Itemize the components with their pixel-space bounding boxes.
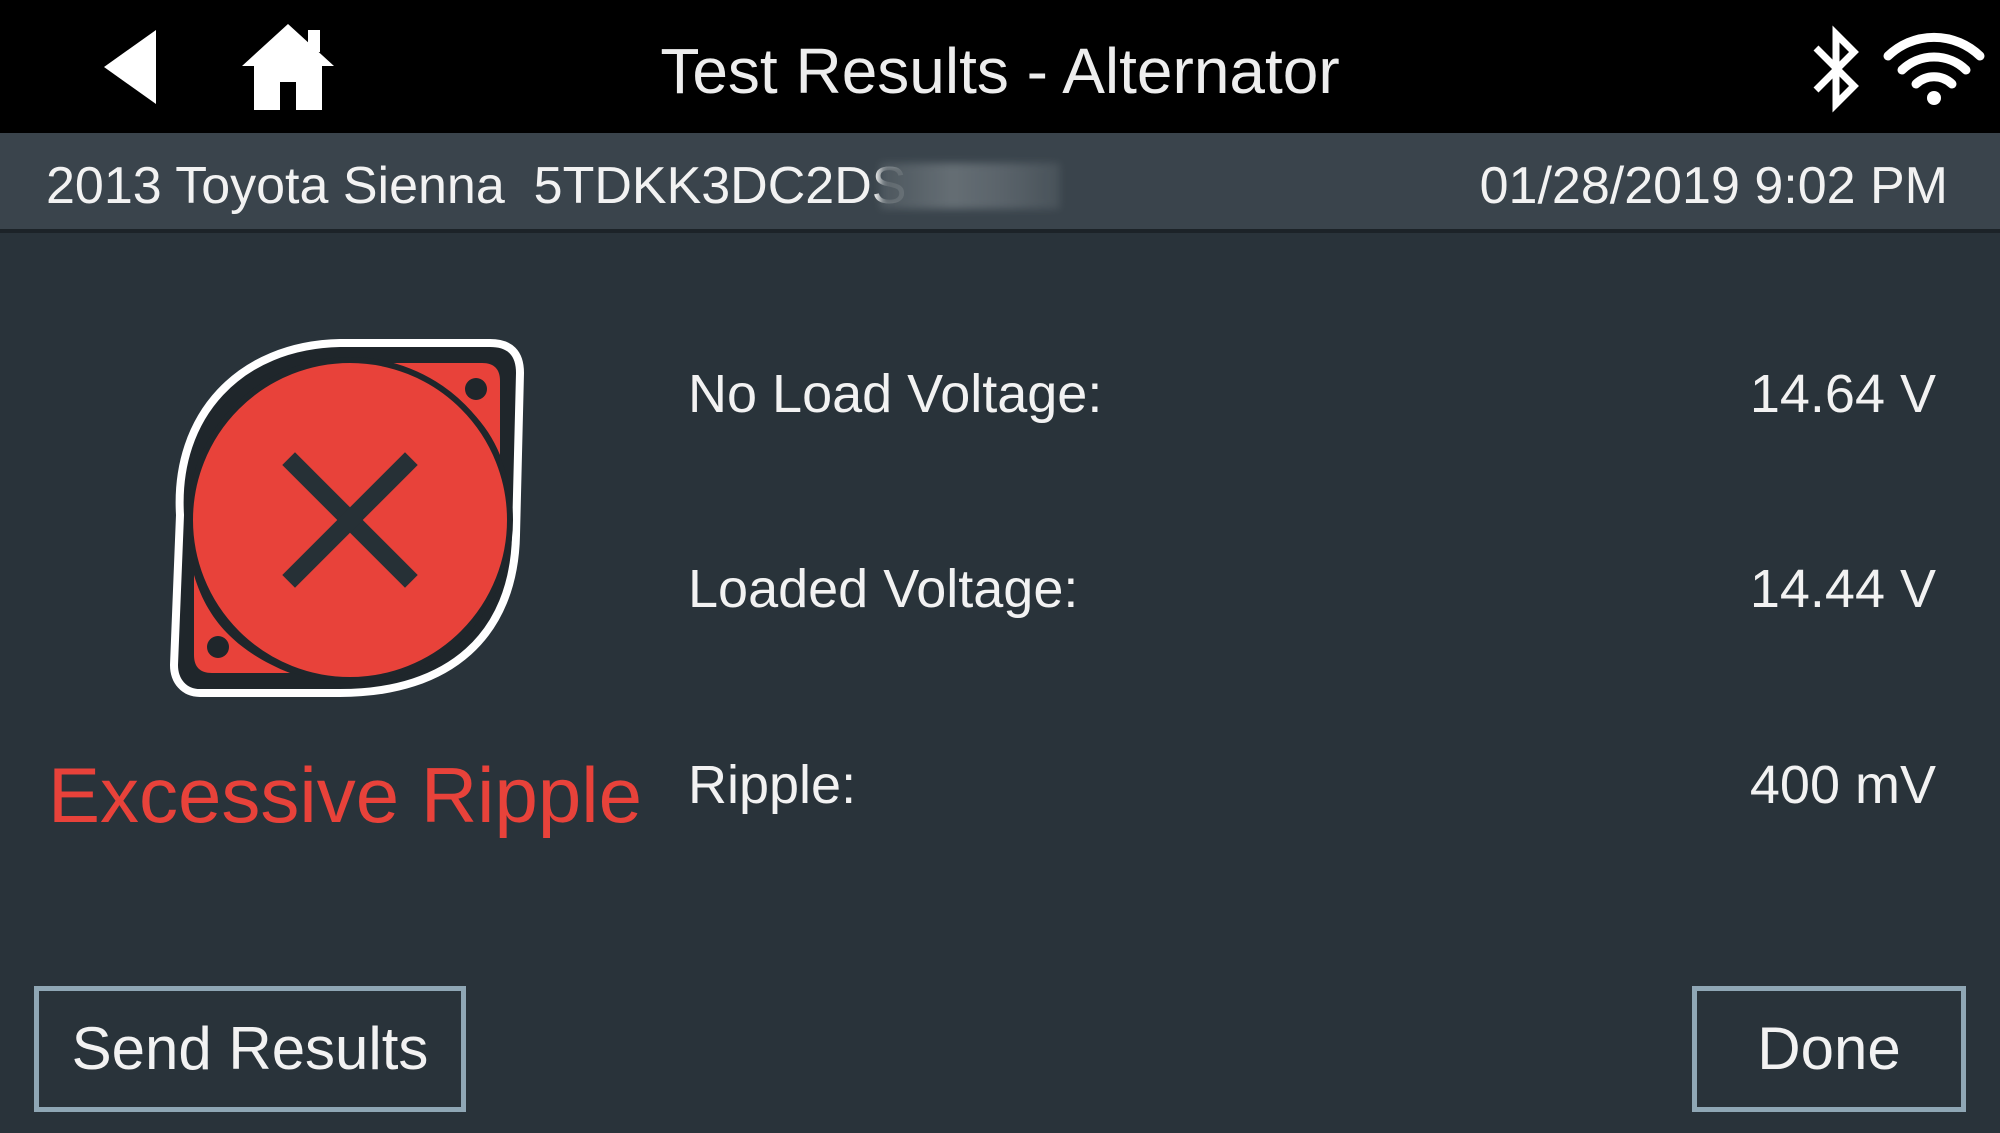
measurement-value: 14.64 V bbox=[1749, 364, 1936, 424]
measurement-row-ripple: Ripple: 400 mV bbox=[688, 745, 1936, 825]
bluetooth-icon bbox=[1813, 25, 1859, 113]
send-results-button[interactable]: Send Results bbox=[34, 986, 466, 1112]
measurement-label: Loaded Voltage: bbox=[688, 559, 1079, 619]
status-label: Excessive Ripple bbox=[48, 751, 642, 839]
page-title: Test Results - Alternator bbox=[660, 35, 1340, 107]
measurement-label: No Load Voltage: bbox=[688, 364, 1103, 424]
top-header: Test Results - Alternator bbox=[0, 0, 2000, 133]
measurement-value: 14.44 V bbox=[1749, 559, 1936, 619]
wifi-status bbox=[1882, 28, 1986, 108]
test-datetime: 01/28/2019 9:02 PM bbox=[1479, 157, 1948, 215]
vehicle-info-bar: 2013 Toyota Sienna 5TDKK3DC2DS 01/28/201… bbox=[0, 133, 2000, 233]
vehicle-description: 2013 Toyota Sienna 5TDKK3DC2DS bbox=[46, 157, 907, 215]
measurement-row-loaded-voltage: Loaded Voltage: 14.44 V bbox=[688, 549, 1936, 629]
wifi-icon bbox=[1883, 32, 1985, 105]
done-button[interactable]: Done bbox=[1692, 986, 1966, 1112]
fail-x-icon bbox=[169, 339, 525, 697]
measurement-value: 400 mV bbox=[1749, 755, 1936, 815]
test-results-screen: Test Results - Alternator 2013 Toyota Si… bbox=[0, 0, 2000, 1133]
vin-redacted bbox=[880, 163, 1060, 209]
bluetooth-status bbox=[1806, 24, 1866, 114]
measurement-label: Ripple: bbox=[688, 755, 857, 815]
measurement-row-no-load-voltage: No Load Voltage: 14.64 V bbox=[688, 354, 1936, 434]
